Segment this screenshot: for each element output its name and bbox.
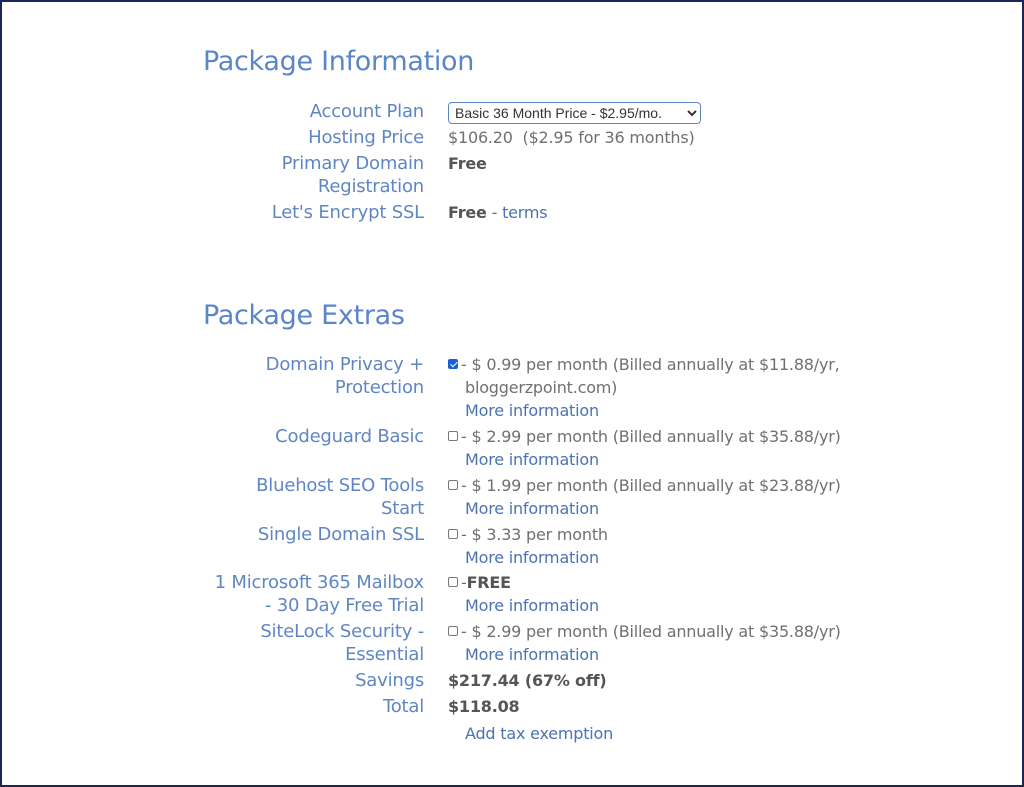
more-information-link[interactable]: More information	[465, 448, 841, 471]
primary-domain-value: Free	[448, 154, 487, 173]
extra-price: - $ 2.99 per month (Billed annually at $…	[461, 622, 841, 641]
seo-tools-checkbox[interactable]	[448, 480, 458, 490]
microsoft-365-checkbox[interactable]	[448, 577, 458, 587]
ssl-terms-link[interactable]: terms	[502, 203, 548, 222]
account-plan-select[interactable]: Basic 36 Month Price - $2.95/mo.	[448, 102, 701, 124]
ssl-value: Free	[448, 203, 487, 222]
primary-domain-label-line2: Registration	[317, 176, 424, 197]
extra-label-line1: Codeguard Basic	[275, 426, 424, 447]
extra-label-line2: Essential	[345, 644, 424, 665]
domain-privacy-checkbox[interactable]	[448, 359, 458, 369]
more-information-link[interactable]: More information	[465, 546, 608, 569]
extra-label-line1: Domain Privacy +	[265, 354, 425, 375]
more-information-link[interactable]: More information	[465, 643, 841, 666]
extra-price: - $ 0.99 per month (Billed annually at $…	[461, 355, 840, 374]
extra-label-line1: Bluehost SEO Tools	[256, 475, 424, 496]
savings-value: $217.44 (67% off)	[448, 671, 607, 690]
extra-price-line2: bloggerzpoint.com)	[465, 378, 618, 397]
extra-price: - $ 1.99 per month (Billed annually at $…	[461, 476, 841, 495]
extra-label-line1: SiteLock Security -	[260, 621, 424, 642]
sitelock-checkbox[interactable]	[448, 626, 458, 636]
package-information-title: Package Information	[203, 46, 475, 77]
total-label: Total	[382, 696, 424, 717]
single-domain-ssl-checkbox[interactable]	[448, 529, 458, 539]
total-value: $118.08	[448, 697, 520, 716]
ssl-label: Let's Encrypt SSL	[271, 202, 425, 223]
package-extras-title: Package Extras	[203, 300, 405, 331]
hosting-price-label: Hosting Price	[308, 127, 424, 148]
extra-label-line1: 1 Microsoft 365 Mailbox	[214, 572, 425, 593]
more-information-link[interactable]: More information	[465, 399, 840, 422]
extra-price: - $ 3.33 per month	[461, 525, 608, 544]
ssl-separator: -	[486, 203, 503, 222]
primary-domain-label-line1: Primary Domain	[281, 153, 425, 174]
extra-price: - $ 2.99 per month (Billed annually at $…	[461, 427, 841, 446]
savings-label: Savings	[355, 670, 424, 691]
more-information-link[interactable]: More information	[465, 594, 599, 617]
extra-label-line2: Protection	[334, 377, 424, 398]
extra-label-line2: - 30 Day Free Trial	[264, 595, 424, 616]
codeguard-checkbox[interactable]	[448, 431, 458, 441]
account-plan-label: Account Plan	[309, 101, 424, 122]
extra-price-free: FREE	[466, 573, 512, 592]
add-tax-exemption-link[interactable]: Add tax exemption	[465, 722, 613, 745]
more-information-link[interactable]: More information	[465, 497, 841, 520]
hosting-price-value: $106.20 ($2.95 for 36 months)	[448, 128, 695, 147]
extra-label-line1: Single Domain SSL	[257, 524, 424, 545]
extra-label-line2: Start	[381, 498, 424, 519]
